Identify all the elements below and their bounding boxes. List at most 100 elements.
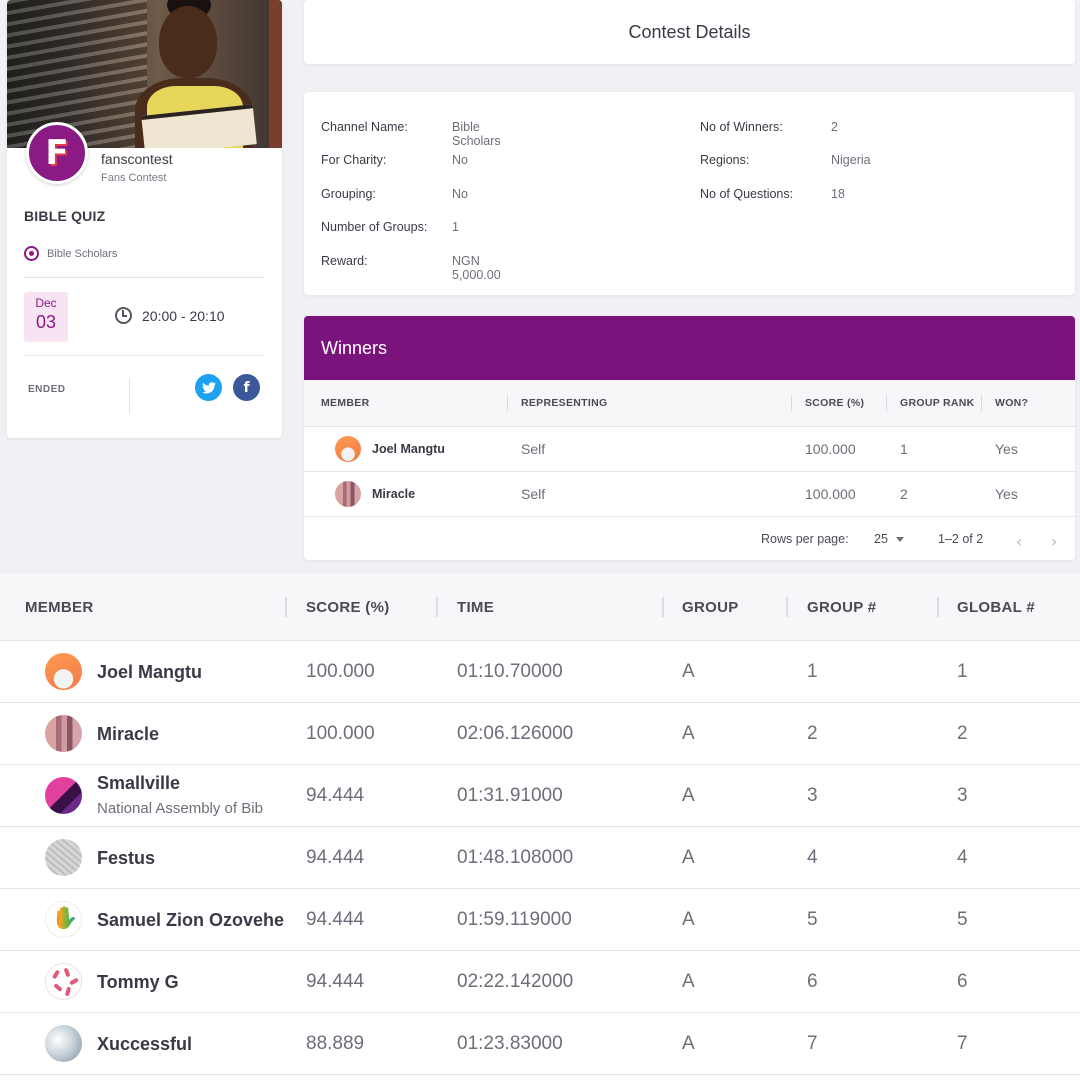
- time: 02:06.126000: [457, 723, 574, 744]
- detail-label: Channel Name:: [321, 120, 408, 134]
- col-won[interactable]: WON?: [995, 397, 1028, 409]
- quiz-title: BIBLE QUIZ: [24, 208, 106, 224]
- group-rank: 1: [900, 441, 908, 457]
- detail-label: No of Questions:: [700, 187, 794, 201]
- leaderboard-table: MEMBER SCORE (%) TIME GROUP GROUP # GLOB…: [0, 573, 1080, 1080]
- rows-per-page-label: Rows per page:: [761, 532, 849, 546]
- group-number: 5: [807, 909, 818, 930]
- prev-page-button[interactable]: ‹: [1016, 532, 1022, 551]
- group: A: [682, 971, 695, 992]
- col-time[interactable]: TIME: [457, 599, 494, 616]
- contest-details-title: Contest Details: [628, 21, 751, 42]
- channel-logo[interactable]: F: [26, 122, 88, 184]
- next-page-button[interactable]: ›: [1051, 532, 1057, 551]
- detail-row: For Charity: No: [321, 153, 468, 167]
- group: A: [682, 847, 695, 868]
- table-row[interactable]: Xuccessful 88.889 01:23.83000 A 7 7: [0, 1013, 1080, 1075]
- col-group-rank[interactable]: GROUP RANK: [900, 397, 975, 409]
- won: Yes: [995, 486, 1018, 502]
- score: 100.000: [805, 441, 856, 457]
- group-number: 7: [807, 1033, 818, 1054]
- leaderboard-header: MEMBER SCORE (%) TIME GROUP GROUP # GLOB…: [0, 573, 1080, 641]
- detail-value: No: [452, 153, 468, 167]
- detail-value: NGN 5,000.00: [452, 254, 501, 282]
- member-name: Miracle: [97, 724, 160, 744]
- clock-icon: [115, 307, 132, 324]
- detail-row: Grouping: No: [321, 187, 468, 201]
- detail-label: Reward:: [321, 254, 368, 268]
- time: 01:48.108000: [457, 847, 574, 868]
- col-group[interactable]: GROUP: [682, 599, 739, 616]
- winners-header: Winners: [304, 316, 1075, 380]
- divider: [24, 277, 265, 278]
- time-range-label: 20:00 - 20:10: [142, 307, 225, 324]
- representing: Self: [521, 486, 546, 502]
- table-row[interactable]: Joel Mangtu Self 100.000 1 Yes: [304, 427, 1075, 472]
- score: 94.444: [306, 909, 365, 930]
- event-card[interactable]: F fanscontest Fans Contest BIBLE QUIZ Bi…: [7, 0, 282, 438]
- group-number: 2: [807, 723, 818, 744]
- detail-row: No of Winners: 2: [700, 120, 838, 134]
- table-row[interactable]: Tommy G 94.444 02:22.142000 A 6 6: [0, 951, 1080, 1013]
- detail-row: No of Questions: 18: [700, 187, 845, 201]
- global-number: 1: [957, 661, 968, 682]
- group-rank: 2: [900, 486, 908, 502]
- table-row[interactable]: Miracle 100.000 02:06.126000 A 2 2: [0, 703, 1080, 765]
- time: 01:31.91000: [457, 785, 563, 806]
- detail-value: No: [452, 187, 468, 201]
- col-member[interactable]: MEMBER: [321, 397, 369, 409]
- group-number: 1: [807, 661, 818, 682]
- table-row[interactable]: Smallville National Assembly of Bib 94.4…: [0, 765, 1080, 827]
- channel-name[interactable]: fanscontest: [101, 151, 173, 167]
- rows-per-page-select[interactable]: 25: [874, 532, 904, 546]
- member-name: Samuel Zion Ozovehe: [97, 910, 285, 930]
- col-score[interactable]: SCORE (%): [805, 397, 864, 409]
- twitter-icon: [201, 381, 216, 394]
- divider: [24, 355, 265, 356]
- col-global-number[interactable]: GLOBAL #: [957, 599, 1035, 616]
- detail-row: Channel Name: Bible Scholars: [321, 120, 501, 148]
- facebook-share-button[interactable]: f: [233, 374, 260, 401]
- detail-row: Reward: NGN 5,000.00: [321, 254, 501, 282]
- twitter-share-button[interactable]: [195, 374, 222, 401]
- representing: Self: [521, 441, 546, 457]
- date-day: 03: [35, 312, 57, 332]
- avatar: ✋: [45, 901, 82, 938]
- detail-value: 1: [452, 220, 459, 234]
- avatar: [45, 963, 82, 1000]
- col-member[interactable]: MEMBER: [25, 599, 93, 616]
- page-range: 1–2 of 2: [938, 532, 984, 546]
- detail-value: Bible Scholars: [452, 120, 501, 148]
- detail-row: Regions: Nigeria: [700, 153, 871, 167]
- facebook-icon: f: [243, 379, 250, 396]
- global-number: 5: [957, 909, 968, 930]
- table-row[interactable]: Joel Mangtu 100.000 01:10.70000 A 1 1: [0, 641, 1080, 703]
- avatar: [335, 436, 361, 462]
- score: 100.000: [306, 661, 375, 682]
- status-badge: ENDED: [28, 384, 66, 395]
- table-row[interactable]: Festus 94.444 01:48.108000 A 4 4: [0, 827, 1080, 889]
- member-name: Joel Mangtu: [97, 662, 203, 682]
- member-name: Miracle: [372, 487, 416, 501]
- group: A: [682, 909, 695, 930]
- detail-label: No of Winners:: [700, 120, 783, 134]
- global-number: 7: [957, 1033, 968, 1054]
- winners-table-header: MEMBER REPRESENTING SCORE (%) GROUP RANK…: [304, 380, 1075, 427]
- table-row[interactable]: ✋ Samuel Zion Ozovehe 94.444 01:59.11900…: [0, 889, 1080, 951]
- hand-icon: ✋: [51, 906, 79, 931]
- winners-title: Winners: [321, 337, 388, 358]
- score: 100.000: [306, 723, 375, 744]
- member-name: Tommy G: [97, 972, 179, 992]
- col-representing[interactable]: REPRESENTING: [521, 397, 607, 409]
- col-score[interactable]: SCORE (%): [306, 599, 390, 616]
- pagination: Rows per page: 25 1–2 of 2 ‹ ›: [304, 517, 1075, 560]
- table-row[interactable]: Miracle Self 100.000 2 Yes: [304, 472, 1075, 517]
- avatar: [45, 777, 82, 814]
- avatar: [45, 715, 82, 752]
- score: 94.444: [306, 971, 365, 992]
- group: A: [682, 723, 695, 744]
- member-name: Smallville: [97, 773, 181, 793]
- col-group-number[interactable]: GROUP #: [807, 599, 876, 616]
- avatar: [335, 481, 361, 507]
- score: 94.444: [306, 785, 365, 806]
